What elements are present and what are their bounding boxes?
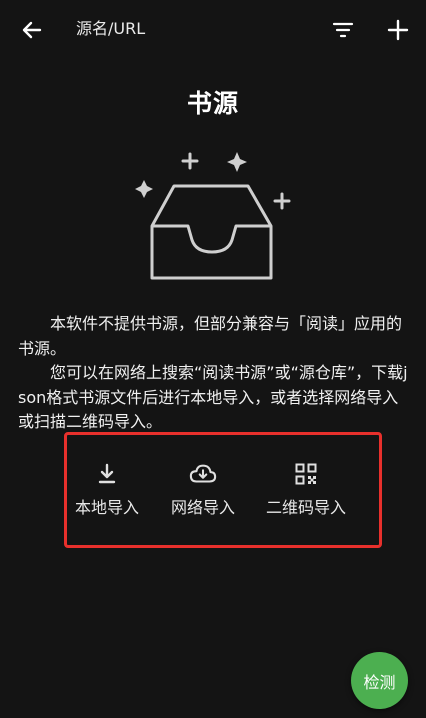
description-text: 本软件不提供书源，但部分兼容与「阅读」应用的书源。 您可以在网络上搜索“阅读书源… xyxy=(18,312,410,435)
qr-code-icon xyxy=(292,460,320,488)
add-source-button[interactable] xyxy=(380,12,416,48)
network-import-label: 网络导入 xyxy=(171,498,236,517)
plus-icon xyxy=(387,19,409,41)
filter-icon xyxy=(332,22,354,38)
page-title: 书源 xyxy=(186,89,239,118)
empty-inbox-icon xyxy=(135,152,291,280)
description-line-1: 本软件不提供书源，但部分兼容与「阅读」应用的书源。 xyxy=(18,314,403,358)
search-input[interactable]: 源名/URL xyxy=(66,14,306,44)
back-button[interactable] xyxy=(14,12,50,48)
filter-button[interactable] xyxy=(325,12,361,48)
download-icon xyxy=(93,460,121,488)
book-source-page: 源名/URL 书源 本软件不提供书源，但部分兼容与「阅读」应用的书源。 您可以在… xyxy=(0,0,426,718)
check-sources-fab[interactable]: 检测 xyxy=(351,652,408,709)
arrow-left-icon xyxy=(22,21,42,39)
cloud-download-icon xyxy=(189,460,217,488)
description-line-2: 您可以在网络上搜索“阅读书源”或“源仓库”，下载json格式书源文件后进行本地导… xyxy=(18,363,408,431)
qr-import-button[interactable]: 二维码导入 xyxy=(266,460,346,518)
network-import-button[interactable]: 网络导入 xyxy=(171,460,235,518)
local-import-button[interactable]: 本地导入 xyxy=(75,460,139,518)
top-app-bar: 源名/URL xyxy=(0,0,426,58)
qr-import-label: 二维码导入 xyxy=(266,498,347,517)
local-import-label: 本地导入 xyxy=(75,498,140,517)
